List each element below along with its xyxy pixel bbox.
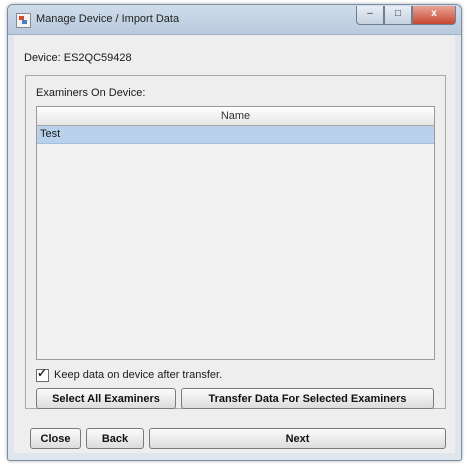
keep-data-label[interactable]: Keep data on device after transfer. — [54, 369, 222, 381]
back-button[interactable]: Back — [86, 428, 144, 449]
select-all-examiners-button[interactable]: Select All Examiners — [36, 388, 176, 409]
caption-buttons: – □ x — [356, 6, 456, 26]
table-row[interactable]: Test — [37, 126, 434, 144]
checkmark-icon: ✓ — [37, 365, 48, 380]
close-icon: x — [431, 8, 437, 19]
maximize-button[interactable]: □ — [384, 6, 412, 25]
examiners-table[interactable]: Name Test — [36, 106, 435, 360]
manage-device-window: Manage Device / Import Data – □ x Device… — [7, 4, 462, 461]
column-header-name[interactable]: Name — [37, 107, 434, 126]
window-title: Manage Device / Import Data — [36, 13, 180, 25]
maximize-icon: □ — [394, 8, 402, 19]
keep-data-checkbox[interactable]: ✓ — [36, 365, 49, 382]
close-window-button[interactable]: x — [412, 6, 456, 25]
minimize-button[interactable]: – — [356, 6, 384, 25]
examiners-heading: Examiners On Device: — [36, 87, 146, 99]
examiners-panel: Examiners On Device: Name Test ✓ Keep da… — [25, 75, 446, 409]
keep-data-option[interactable]: ✓ Keep data on device after transfer. — [36, 365, 222, 383]
examiner-name-cell: Test — [40, 128, 61, 140]
title-bar[interactable]: Manage Device / Import Data – □ x — [8, 5, 461, 35]
device-label: Device: ES2QC59428 — [24, 52, 132, 64]
transfer-data-button[interactable]: Transfer Data For Selected Examiners — [181, 388, 434, 409]
close-button[interactable]: Close — [30, 428, 81, 449]
java-app-icon — [16, 13, 31, 28]
minimize-icon: – — [367, 8, 373, 19]
dialog-content: Device: ES2QC59428 Examiners On Device: … — [14, 35, 455, 453]
next-button[interactable]: Next — [149, 428, 446, 449]
